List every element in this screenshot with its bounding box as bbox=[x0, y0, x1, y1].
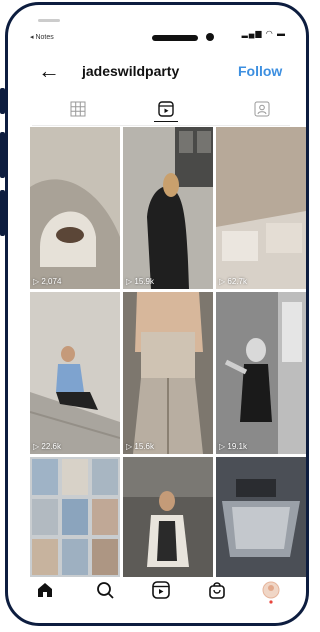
reels-grid: ▷ 2,074 ▷ 15.9k ▷ 62.7k ▷ 22.6k ▷ 15.6k … bbox=[30, 127, 306, 577]
reel-thumbnail[interactable]: ▷ 2,074 bbox=[30, 127, 120, 289]
nav-shop[interactable] bbox=[206, 579, 228, 601]
reel-thumbnail[interactable] bbox=[123, 457, 213, 577]
status-bar: ◂ Notes ▂▄▆ ◠ ▬ bbox=[8, 5, 306, 51]
reel-image bbox=[216, 457, 306, 577]
reel-thumbnail[interactable]: ▷ 15.9k bbox=[123, 127, 213, 289]
view-count: ▷ 62.7k bbox=[219, 277, 247, 286]
reel-image bbox=[123, 457, 213, 577]
profile-header: ← jadeswildparty Follow bbox=[8, 57, 306, 91]
reels-icon bbox=[158, 101, 174, 117]
notch bbox=[152, 35, 198, 41]
reel-thumbnail[interactable]: ▷ 15.6k bbox=[123, 292, 213, 454]
profile-icon bbox=[262, 581, 280, 604]
back-arrow-icon[interactable]: ← bbox=[38, 59, 60, 83]
search-icon bbox=[97, 582, 114, 599]
reel-image bbox=[123, 292, 213, 454]
reel-thumbnail[interactable]: ▷ 62.7k bbox=[216, 127, 306, 289]
profile-tabs bbox=[32, 95, 290, 126]
reel-image bbox=[30, 127, 120, 289]
reel-image bbox=[216, 127, 306, 289]
reels-icon bbox=[152, 581, 170, 599]
camera-dot bbox=[206, 33, 214, 41]
back-to-app[interactable]: ◂ Notes bbox=[30, 33, 54, 41]
tagged-person-icon bbox=[254, 101, 270, 117]
phone-frame: ◂ Notes ▂▄▆ ◠ ▬ ← jadeswildparty Follow bbox=[5, 2, 309, 626]
view-count: ▷ 15.9k bbox=[126, 277, 154, 286]
view-count: ▷ 22.6k bbox=[33, 442, 61, 451]
shop-icon bbox=[209, 582, 225, 599]
grid-tab[interactable] bbox=[66, 99, 90, 121]
nav-profile[interactable] bbox=[260, 579, 282, 604]
view-count: ▷ 19.1k bbox=[219, 442, 247, 451]
reels-tab[interactable] bbox=[154, 99, 178, 122]
reel-thumbnail[interactable]: ▷ 22.6k bbox=[30, 292, 120, 454]
nav-reels[interactable] bbox=[150, 579, 172, 601]
reel-image bbox=[30, 457, 120, 577]
bottom-nav bbox=[8, 577, 306, 607]
reel-thumbnail[interactable]: ▷ 19.1k bbox=[216, 292, 306, 454]
follow-button[interactable]: Follow bbox=[238, 63, 282, 79]
view-count: ▷ 2,074 bbox=[33, 277, 62, 286]
home-icon bbox=[38, 583, 52, 597]
reel-image bbox=[123, 127, 213, 289]
profile-username: jadeswildparty bbox=[82, 63, 180, 79]
view-count: ▷ 15.6k bbox=[126, 442, 154, 451]
grid-icon bbox=[70, 101, 86, 117]
reel-thumbnail[interactable] bbox=[216, 457, 306, 577]
nav-home[interactable] bbox=[34, 579, 56, 601]
reel-image bbox=[30, 292, 120, 454]
tagged-tab[interactable] bbox=[250, 99, 274, 121]
nav-search[interactable] bbox=[94, 579, 116, 601]
reel-image bbox=[216, 292, 306, 454]
status-icons: ▂▄▆ ◠ ▬ bbox=[241, 29, 286, 38]
reel-thumbnail[interactable] bbox=[30, 457, 120, 577]
clock bbox=[38, 19, 60, 22]
